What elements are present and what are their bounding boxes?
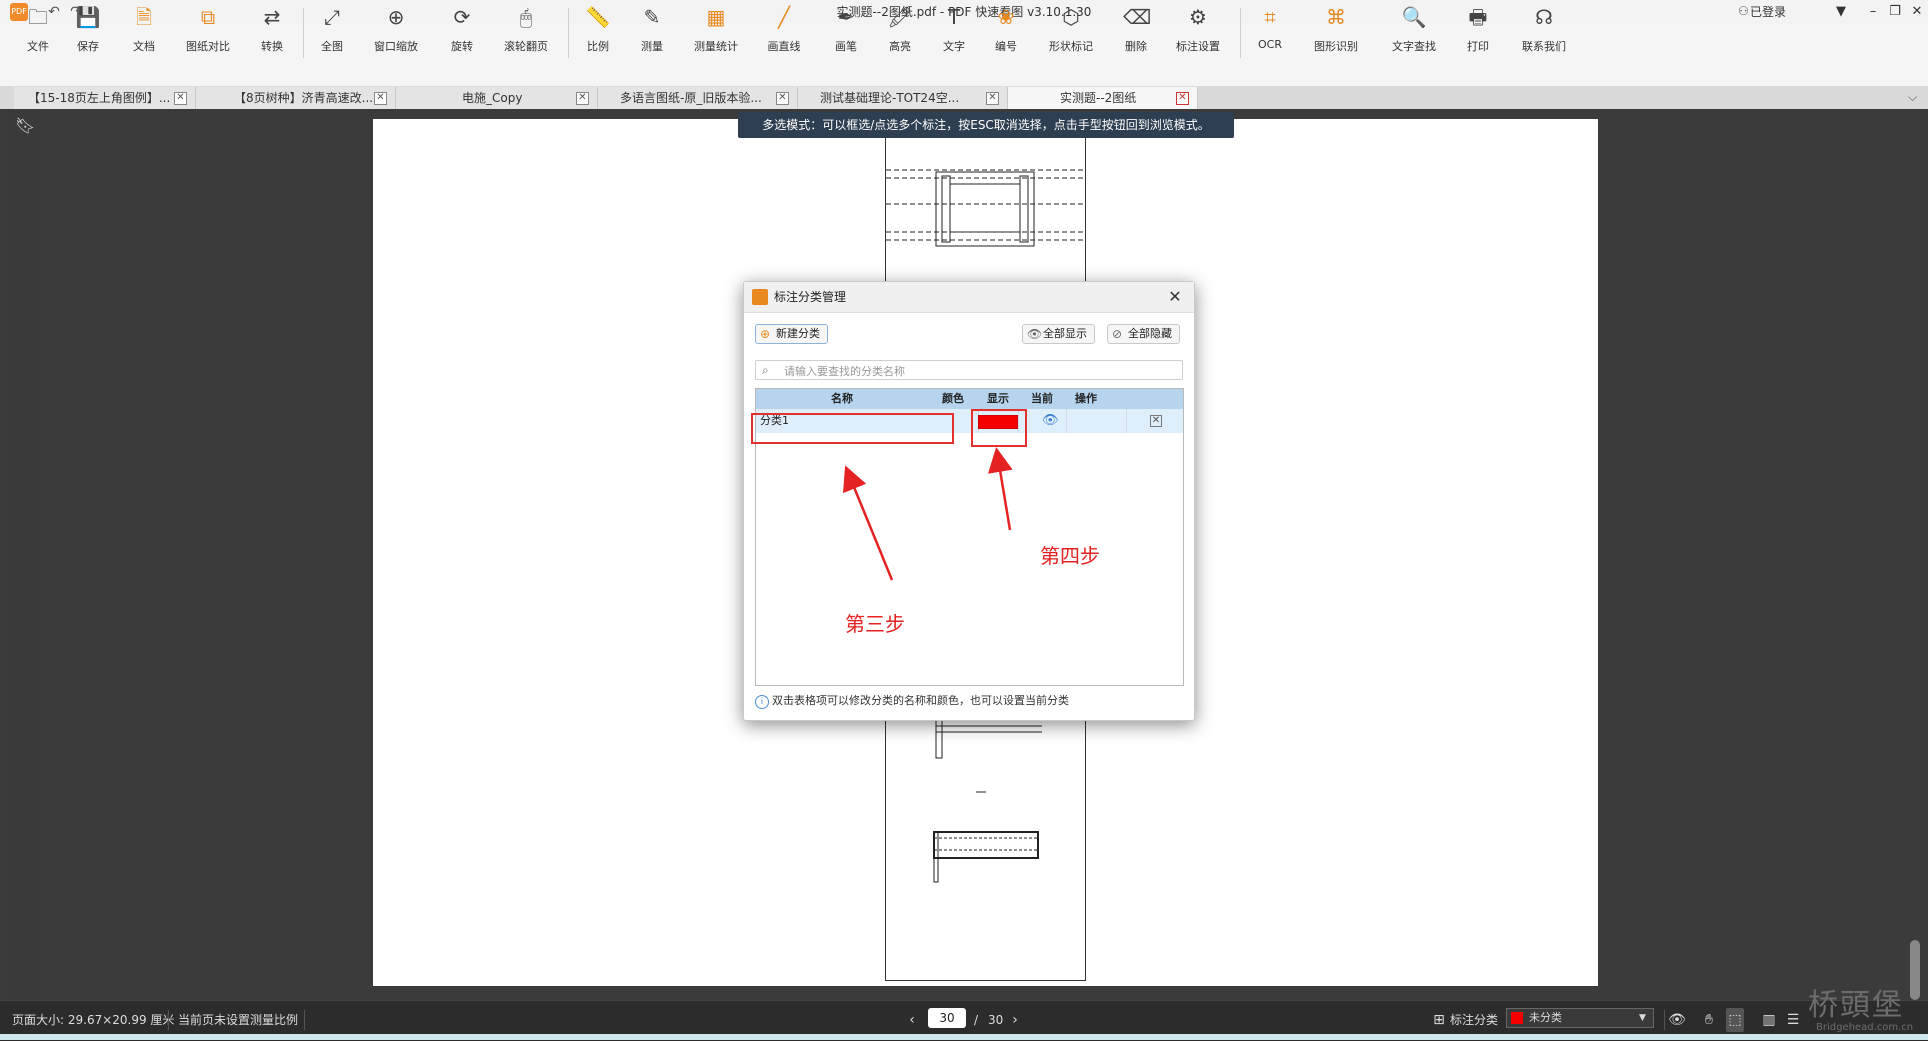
scale-status-text: 当前页未设置测量比例 bbox=[178, 1013, 299, 1027]
category-label: 标注分类 bbox=[1450, 1013, 1499, 1027]
chevron-down-icon: ▼ bbox=[1639, 1013, 1646, 1023]
page-separator: / bbox=[974, 1013, 979, 1027]
step4-label: 第四步 bbox=[1040, 544, 1100, 568]
tutorial-arrows bbox=[843, 447, 1013, 581]
step4-arrow bbox=[987, 447, 1013, 531]
single-page-icon[interactable]: ▥ bbox=[1760, 1008, 1778, 1032]
step3-arrow bbox=[843, 465, 894, 581]
status-separator bbox=[304, 1010, 305, 1030]
select-tool-icon[interactable]: ⬚ bbox=[1726, 1008, 1744, 1032]
status-separator bbox=[168, 1010, 169, 1030]
total-pages: 30 bbox=[988, 1013, 1004, 1027]
page-size-text: 页面大小: 29.67×20.99 厘米 bbox=[12, 1013, 175, 1027]
category-select[interactable]: 未分类 ▼ bbox=[1506, 1008, 1654, 1028]
continuous-page-icon[interactable]: ☰ bbox=[1784, 1008, 1802, 1032]
prev-page-icon[interactable]: ‹ bbox=[903, 1008, 921, 1032]
bottom-edge bbox=[0, 1034, 1928, 1040]
category-color-swatch bbox=[1511, 1012, 1523, 1024]
status-separator bbox=[1664, 1010, 1665, 1030]
watermark-url: Bridgehead.com.cn bbox=[1816, 1022, 1914, 1033]
vertical-scrollbar[interactable] bbox=[1910, 940, 1920, 1000]
page-number-input[interactable]: 30 bbox=[928, 1008, 966, 1028]
hand-tool-icon[interactable]: ✋︎ bbox=[1700, 1008, 1718, 1032]
category-grid-icon: ⊞ bbox=[1433, 1012, 1445, 1028]
watermark-logo: 桥頭堡 bbox=[1808, 988, 1904, 1023]
eye-icon[interactable]: 👁︎ bbox=[1668, 1008, 1686, 1032]
category-select-value: 未分类 bbox=[1529, 1011, 1562, 1024]
step3-label: 第三步 bbox=[845, 612, 905, 636]
next-page-icon[interactable]: › bbox=[1006, 1008, 1024, 1032]
